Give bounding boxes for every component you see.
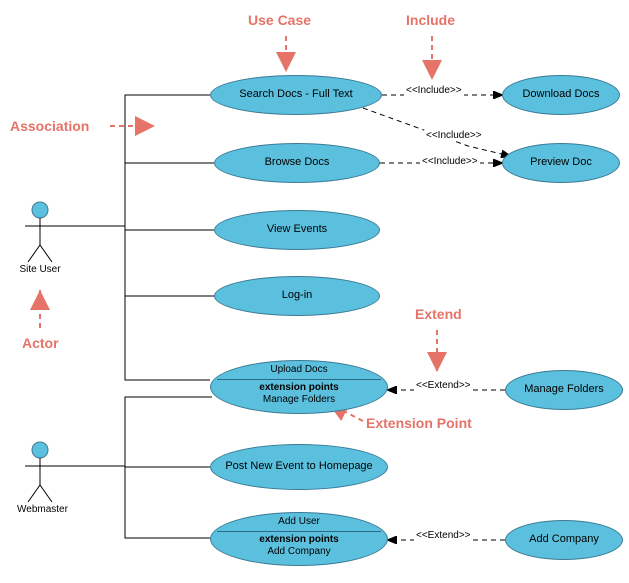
uc-title: Add User bbox=[217, 516, 381, 532]
label-include: <<Include>> bbox=[404, 85, 464, 96]
label-include: <<Include>> bbox=[420, 156, 480, 167]
actor-site-user: Site User bbox=[17, 262, 63, 275]
annotation-extension-point: Extension Point bbox=[366, 415, 472, 431]
annotation-actor: Actor bbox=[22, 335, 59, 351]
uc-preview-doc: Preview Doc bbox=[502, 143, 620, 183]
label-extend: <<Extend>> bbox=[414, 530, 473, 541]
actor-label: Webmaster bbox=[17, 504, 63, 515]
extension-points-header: extension points bbox=[259, 534, 338, 547]
actor-label: Site User bbox=[17, 264, 63, 275]
extension-points-header: extension points bbox=[259, 382, 338, 395]
uc-search-docs: Search Docs - Full Text bbox=[210, 75, 382, 115]
extension-point-value: Manage Folders bbox=[263, 394, 335, 407]
actor-webmaster: Webmaster bbox=[17, 502, 63, 515]
uc-login: Log-in bbox=[214, 276, 380, 316]
uc-add-company: Add Company bbox=[505, 520, 623, 560]
uc-manage-folders: Manage Folders bbox=[505, 370, 623, 410]
uc-browse-docs: Browse Docs bbox=[214, 143, 380, 183]
annotation-association: Association bbox=[10, 118, 89, 134]
label-extend: <<Extend>> bbox=[414, 380, 473, 391]
uc-view-events: View Events bbox=[214, 210, 380, 250]
actor-webmaster-figure bbox=[25, 442, 55, 502]
annotation-include: Include bbox=[406, 12, 455, 28]
annotation-extend: Extend bbox=[415, 306, 462, 322]
uc-add-user: Add User extension points Add Company bbox=[210, 512, 388, 566]
uc-title: Upload Docs bbox=[217, 364, 381, 380]
extension-point-value: Add Company bbox=[267, 546, 330, 559]
label-include: <<Include>> bbox=[424, 130, 484, 141]
uc-download-docs: Download Docs bbox=[502, 75, 620, 115]
uc-upload-docs: Upload Docs extension points Manage Fold… bbox=[210, 360, 388, 414]
annotation-use-case: Use Case bbox=[248, 12, 311, 28]
uc-post-event: Post New Event to Homepage bbox=[210, 444, 388, 490]
actor-site-user-figure bbox=[25, 202, 55, 262]
